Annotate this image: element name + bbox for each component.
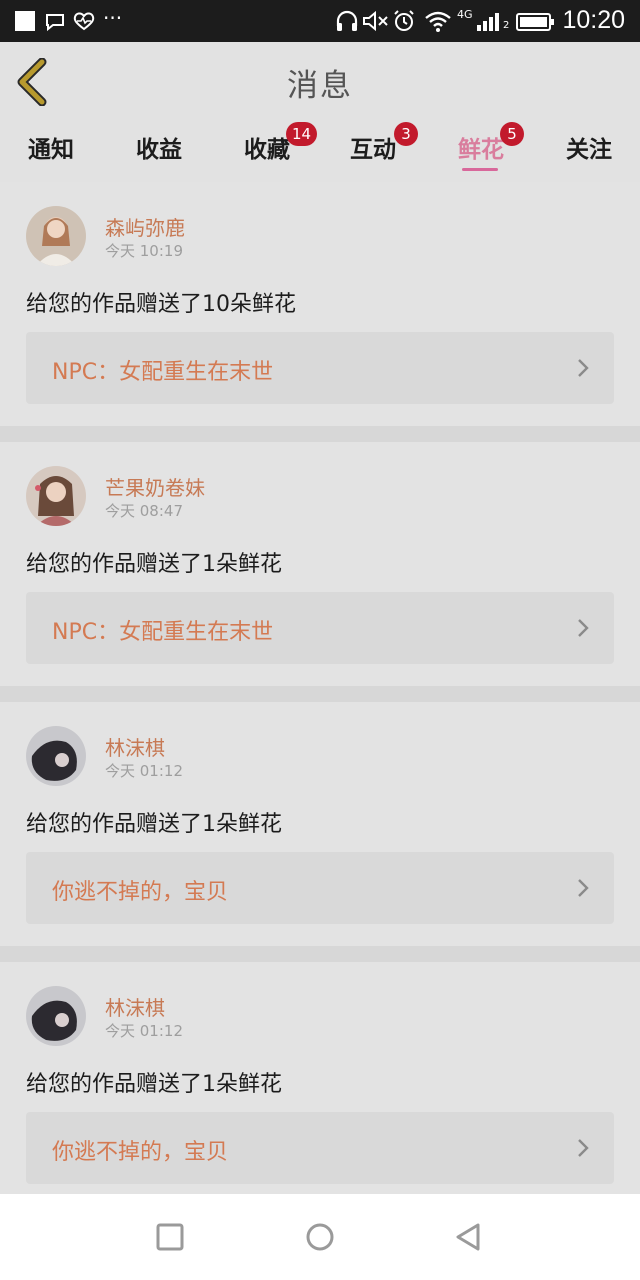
more-dots-icon: ··· — [103, 6, 123, 30]
username[interactable]: 林沫棋 — [105, 992, 165, 1021]
flowers-badge: 5 — [500, 122, 524, 146]
timestamp: 今天 08:47 — [105, 502, 183, 520]
chat-bubble-icon — [46, 14, 64, 32]
work-link[interactable]: NPC：女配重生在末世 — [26, 592, 614, 664]
recent-apps-icon[interactable] — [152, 1219, 188, 1255]
tab-following[interactable]: 关注 — [544, 130, 634, 164]
work-link[interactable]: 你逃不掉的，宝贝 — [26, 1112, 614, 1184]
username[interactable]: 森屿弥鹿 — [105, 212, 185, 241]
work-title: NPC：女配重生在末世 — [52, 360, 274, 385]
tab-flowers[interactable]: 鲜花 5 — [436, 122, 526, 164]
status-bar: ··· 4G 2 10:20 — [0, 0, 640, 42]
tab-earnings[interactable]: 收益 — [114, 130, 204, 164]
chevron-right-icon — [578, 1139, 589, 1157]
work-link[interactable]: NPC：女配重生在末世 — [26, 332, 614, 404]
back-nav-icon[interactable] — [450, 1219, 486, 1255]
message-text: 给您的作品赠送了1朵鲜花 — [26, 812, 282, 837]
work-link[interactable]: 你逃不掉的，宝贝 — [26, 852, 614, 924]
message-list: 森屿弥鹿 今天 10:19 给您的作品赠送了10朵鲜花 NPC：女配重生在末世 … — [0, 182, 640, 1194]
page-title: 消息 — [287, 68, 353, 104]
home-icon[interactable] — [302, 1219, 338, 1255]
timestamp: 今天 01:12 — [105, 1022, 183, 1040]
avatar[interactable] — [26, 986, 86, 1046]
system-nav-bar — [0, 1194, 640, 1280]
list-item: 林沫棋 今天 01:12 给您的作品赠送了1朵鲜花 你逃不掉的，宝贝 — [0, 702, 640, 946]
work-title: 你逃不掉的，宝贝 — [52, 1140, 229, 1165]
top-bar: 消息 — [0, 42, 640, 121]
avatar[interactable] — [26, 466, 86, 526]
username[interactable]: 芒果奶卷妹 — [105, 472, 205, 501]
battery-icon — [516, 13, 554, 31]
chevron-right-icon — [578, 879, 589, 897]
active-tab-indicator — [462, 168, 498, 171]
list-item: 林沫棋 今天 01:12 给您的作品赠送了1朵鲜花 你逃不掉的，宝贝 — [0, 962, 640, 1194]
tab-favorites[interactable]: 收藏 14 — [222, 122, 318, 164]
sim-slot-label: 2 — [503, 20, 510, 31]
notification-square-icon — [15, 11, 35, 31]
tab-notifications[interactable]: 通知 — [6, 130, 96, 164]
headphones-icon — [336, 10, 358, 31]
username[interactable]: 林沫棋 — [105, 732, 165, 761]
work-title: 你逃不掉的，宝贝 — [52, 880, 229, 905]
tab-interactions[interactable]: 互动 3 — [328, 122, 418, 164]
message-text: 给您的作品赠送了10朵鲜花 — [26, 292, 296, 317]
status-time: 10:20 — [562, 6, 625, 34]
chevron-right-icon — [578, 619, 589, 637]
muted-speaker-icon — [363, 10, 388, 32]
interactions-badge: 3 — [394, 122, 418, 146]
network-type-label: 4G — [457, 8, 473, 21]
alarm-clock-icon — [394, 10, 414, 31]
message-text: 给您的作品赠送了1朵鲜花 — [26, 1072, 282, 1097]
message-text: 给您的作品赠送了1朵鲜花 — [26, 552, 282, 577]
signal-bars-icon — [477, 13, 499, 31]
list-divider — [0, 426, 640, 442]
message-tabs: 通知 收益 收藏 14 互动 3 鲜花 5 关注 — [0, 120, 640, 182]
avatar[interactable] — [26, 726, 86, 786]
list-item: 森屿弥鹿 今天 10:19 给您的作品赠送了10朵鲜花 NPC：女配重生在末世 — [0, 182, 640, 426]
wifi-icon — [425, 11, 451, 32]
favorites-badge: 14 — [286, 122, 318, 146]
heart-pulse-icon — [73, 12, 95, 31]
list-item: 芒果奶卷妹 今天 08:47 给您的作品赠送了1朵鲜花 NPC：女配重生在末世 — [0, 442, 640, 686]
chevron-right-icon — [578, 359, 589, 377]
timestamp: 今天 01:12 — [105, 762, 183, 780]
list-divider — [0, 686, 640, 702]
avatar[interactable] — [26, 206, 86, 266]
list-divider — [0, 946, 640, 962]
timestamp: 今天 10:19 — [105, 242, 183, 260]
work-title: NPC：女配重生在末世 — [52, 620, 274, 645]
